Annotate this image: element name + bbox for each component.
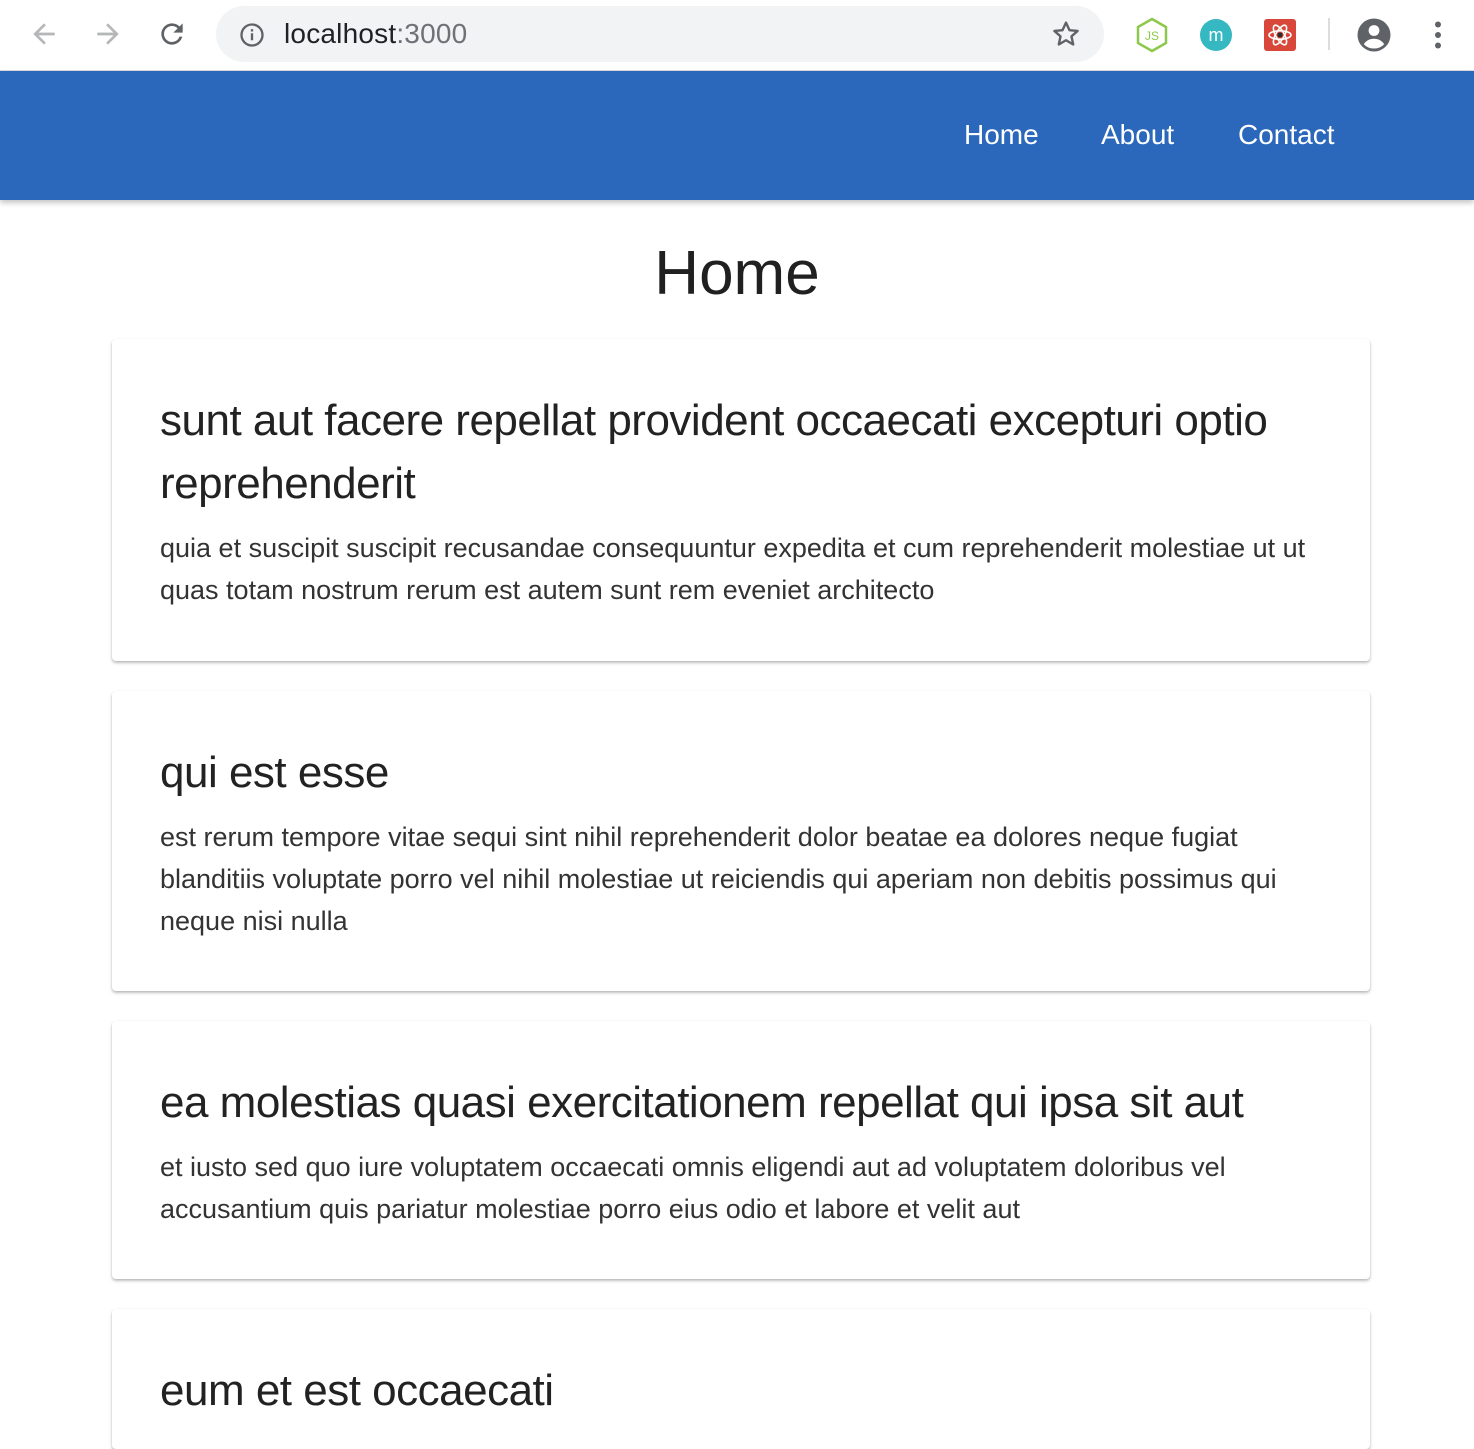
post-title: sunt aut facere repellat provident occae… <box>160 396 1268 508</box>
post-card: sunt aut facere repellat provident occae… <box>112 339 1370 661</box>
nav-about-link[interactable]: About <box>1101 119 1174 151</box>
post-title: qui est esse <box>160 748 389 797</box>
url-text[interactable]: localhost:3000 <box>284 14 467 54</box>
nav-home-link[interactable]: Home <box>964 119 1039 151</box>
post-body: et iusto sed quo iure voluptatem occaeca… <box>160 1152 1226 1224</box>
nav-contact-link[interactable]: Contact <box>1238 119 1335 151</box>
kebab-menu-icon <box>1435 21 1441 49</box>
reload-button[interactable] <box>150 12 194 56</box>
info-icon[interactable] <box>238 21 266 49</box>
profile-button[interactable] <box>1356 17 1392 53</box>
post-body: est rerum tempore vitae sequi sint nihil… <box>160 822 1277 936</box>
m-extension-button[interactable]: m <box>1198 17 1234 53</box>
browser-toolbar: localhost:3000 JS m <box>0 0 1474 71</box>
profile-icon <box>1357 18 1391 52</box>
post-body: quia et suscipit suscipit recusandae con… <box>160 533 1306 605</box>
post-title: ea molestias quasi exercitationem repell… <box>160 1078 1244 1127</box>
m-extension-icon: m <box>1200 19 1232 51</box>
post-card: qui est esse est rerum tempore vitae seq… <box>112 691 1370 991</box>
post-card: eum et est occaecati <box>112 1309 1370 1449</box>
reload-icon <box>161 23 183 45</box>
react-devtools-extension-icon <box>1264 19 1296 51</box>
url-port: :3000 <box>396 18 468 49</box>
arrow-right-icon <box>97 23 119 45</box>
star-icon[interactable] <box>1050 18 1082 50</box>
menu-button[interactable] <box>1420 17 1456 53</box>
toolbar-separator <box>1328 18 1330 50</box>
nodejs-extension-letters: JS <box>1145 29 1159 43</box>
nodejs-extension-button[interactable]: JS <box>1134 17 1170 53</box>
forward-button[interactable] <box>86 12 130 56</box>
react-devtools-extension-button[interactable] <box>1262 17 1298 53</box>
url-host: localhost <box>284 18 397 49</box>
arrow-left-icon <box>33 23 55 45</box>
post-title: eum et est occaecati <box>160 1366 554 1415</box>
m-extension-letter: m <box>1209 25 1224 45</box>
post-card: ea molestias quasi exercitationem repell… <box>112 1021 1370 1279</box>
app-bar: Home About Contact <box>0 71 1474 200</box>
nodejs-extension-icon: JS <box>1136 17 1168 53</box>
back-button[interactable] <box>22 12 66 56</box>
page-title: Home <box>654 239 820 308</box>
